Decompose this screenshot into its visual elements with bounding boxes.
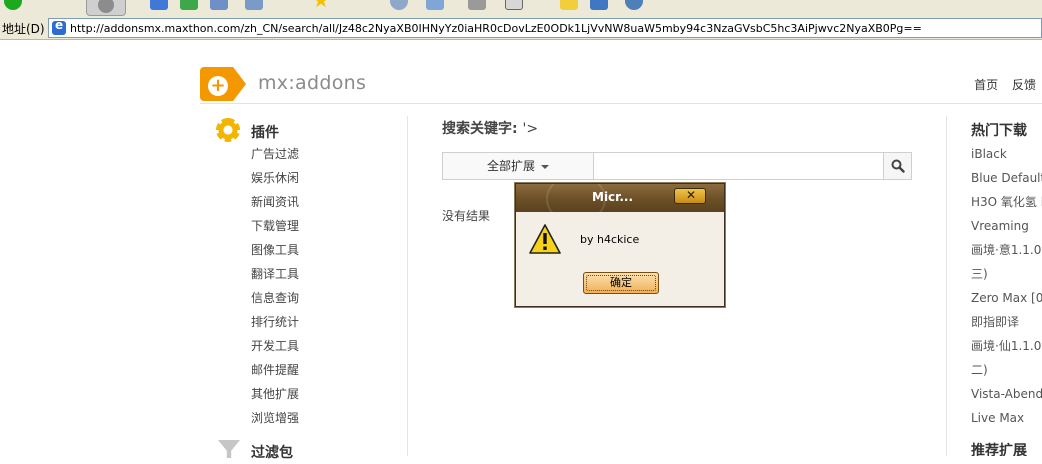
category-sidebar: 插件 广告过滤 娱乐休闲 新闻资讯 下载管理 图像工具 翻译工具 信息查询 排行… xyxy=(214,116,408,461)
logo-badge[interactable]: + xyxy=(200,67,246,101)
chevron-down-icon xyxy=(541,164,549,169)
filter-title[interactable]: 过滤包 xyxy=(251,442,293,462)
category-item[interactable]: 排行统计 xyxy=(251,314,299,338)
search-category-dropdown[interactable]: 全部扩展 xyxy=(443,153,594,179)
ok-button[interactable]: 确定 xyxy=(583,272,659,294)
toolbar-icon-e[interactable] xyxy=(390,0,408,10)
category-item[interactable]: 其他扩展 xyxy=(251,386,299,410)
hot-item[interactable]: Blue Default xyxy=(971,170,1042,194)
favorites-star-icon[interactable]: ★ xyxy=(312,0,332,10)
category-item[interactable]: 信息查询 xyxy=(251,290,299,314)
toolbar-icon-b[interactable] xyxy=(180,0,198,10)
hot-item[interactable]: 三) xyxy=(971,266,1042,290)
category-item[interactable]: 浏览增强 xyxy=(251,410,299,434)
search-heading-label: 搜索关键字: xyxy=(442,121,518,137)
search-keyword: '> xyxy=(522,121,539,137)
toolbar-icon-c[interactable] xyxy=(210,0,228,10)
hot-item[interactable]: H3O 氧化氢 li xyxy=(971,194,1042,218)
toolbar-icon-h[interactable] xyxy=(505,0,523,10)
dialog-close-button[interactable]: ✕ xyxy=(674,188,706,204)
address-bar: 地址(D) http://addonsmx.maxthon.com/zh_CN/… xyxy=(0,16,1042,40)
toolbar-icon-f[interactable] xyxy=(426,0,444,10)
plus-icon: + xyxy=(208,76,228,96)
dialog-title: Micr... xyxy=(592,190,634,204)
stop-icon xyxy=(98,0,114,13)
focus-ring xyxy=(586,275,656,291)
browser-toolbar: ★ xyxy=(0,0,1042,16)
category-item[interactable]: 翻译工具 xyxy=(251,266,299,290)
hot-item[interactable]: Vista-Abenda xyxy=(971,386,1042,410)
nav-home-link[interactable]: 首页 xyxy=(974,78,998,92)
category-item[interactable]: 下载管理 xyxy=(251,218,299,242)
no-result-text: 没有结果 xyxy=(442,209,491,223)
address-label: 地址(D) xyxy=(2,22,45,36)
search-input[interactable] xyxy=(595,153,883,179)
hot-downloads-panel: 热门下载 iBlack Blue Default H3O 氧化氢 li Vrea… xyxy=(946,116,1042,456)
logo-text[interactable]: mx:addons xyxy=(258,72,366,94)
search-heading: 搜索关键字: '> xyxy=(442,118,538,138)
dialog-titlebar[interactable]: Micr... ✕ xyxy=(516,184,724,212)
gear-icon xyxy=(216,118,240,142)
hot-downloads-title: 热门下载 xyxy=(971,123,1027,139)
category-item[interactable]: 娱乐休闲 xyxy=(251,170,299,194)
hot-item[interactable]: iBlack xyxy=(971,146,1042,170)
search-icon xyxy=(891,159,905,173)
category-item[interactable]: 新闻资讯 xyxy=(251,194,299,218)
toolbar-icon-d[interactable] xyxy=(245,0,263,10)
hot-item[interactable]: Vreaming xyxy=(971,218,1042,242)
filter-icon xyxy=(218,440,240,458)
search-bar: 全部扩展 xyxy=(442,152,912,180)
category-item[interactable]: 图像工具 xyxy=(251,242,299,266)
hot-item[interactable]: 画境·仙1.1.0 xyxy=(971,338,1042,362)
page-icon xyxy=(52,18,66,35)
hot-item[interactable]: 画境·意1.1.0 xyxy=(971,242,1042,266)
url-field[interactable]: http://addonsmx.maxthon.com/zh_CN/search… xyxy=(48,18,1042,38)
toolbar-icon-j[interactable] xyxy=(590,0,608,10)
warning-icon xyxy=(529,224,561,254)
go-icon[interactable] xyxy=(4,0,22,10)
category-item[interactable]: 邮件提醒 xyxy=(251,362,299,386)
alert-dialog: Micr... ✕ by h4ckice 确定 xyxy=(515,183,725,307)
nav-feedback-link[interactable]: 反馈 xyxy=(1012,78,1036,92)
header-nav: 首页 反馈 xyxy=(964,76,1036,93)
site-header: + mx:addons 首页 反馈 xyxy=(200,64,1042,104)
hot-item[interactable]: Live Max xyxy=(971,410,1042,434)
category-item[interactable]: 开发工具 xyxy=(251,338,299,362)
toolbar-icon-k[interactable] xyxy=(625,0,643,10)
toolbar-pressed-button[interactable] xyxy=(86,0,126,16)
hot-item[interactable]: 即指即译 xyxy=(971,314,1042,338)
dialog-message: by h4ckice xyxy=(580,233,640,246)
search-category-label: 全部扩展 xyxy=(486,159,535,173)
category-list: 广告过滤 娱乐休闲 新闻资讯 下载管理 图像工具 翻译工具 信息查询 排行统计 … xyxy=(251,146,299,434)
category-item[interactable]: 广告过滤 xyxy=(251,146,299,170)
toolbar-icon-a[interactable] xyxy=(150,0,168,10)
close-icon: ✕ xyxy=(686,188,697,202)
search-button[interactable] xyxy=(883,153,911,179)
url-text: http://addonsmx.maxthon.com/zh_CN/search… xyxy=(70,22,922,35)
hot-downloads-list: iBlack Blue Default H3O 氧化氢 li Vreaming … xyxy=(971,146,1042,434)
hot-item[interactable]: Zero Max [0% xyxy=(971,290,1042,314)
hot-item[interactable]: 二) xyxy=(971,362,1042,386)
plugins-title[interactable]: 插件 xyxy=(251,122,279,142)
printer-icon[interactable] xyxy=(468,0,486,10)
dialog-body: by h4ckice 确定 xyxy=(516,212,724,306)
notes-icon[interactable] xyxy=(560,0,578,10)
